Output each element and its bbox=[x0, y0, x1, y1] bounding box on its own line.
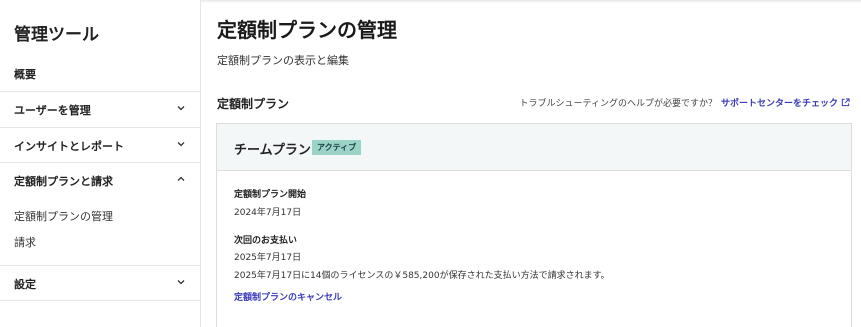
sidebar-section-settings[interactable]: 設定 bbox=[0, 265, 200, 300]
sidebar-section-plans-billing[interactable]: 定額制プランと請求 bbox=[0, 162, 200, 197]
cancel-plan-link[interactable]: 定額制プランのキャンセル bbox=[234, 290, 342, 303]
help-text: トラブルシューティングのヘルプが必要ですか？ サポートセンターをチェック bbox=[520, 96, 850, 109]
sidebar-divider bbox=[0, 300, 200, 327]
admin-sidebar: 管理ツール 概要 ユーザーを管理 インサイトとレポート 定額制プランと請求 定額… bbox=[0, 0, 201, 327]
next-payment-label: 次回のお支払い bbox=[234, 236, 298, 246]
next-payment-date: 2025年7月17日 bbox=[234, 253, 302, 263]
chevron-up-icon bbox=[177, 176, 185, 181]
page-title: 定額制プランの管理 bbox=[217, 18, 397, 42]
sidebar-section-insights[interactable]: インサイトとレポート bbox=[0, 127, 200, 162]
status-badge: アクティブ bbox=[312, 140, 362, 155]
sidebar-item-overview[interactable]: 概要 bbox=[14, 66, 36, 82]
main-content: 定額制プランの管理 定額制プランの表示と編集 定額制プラン トラブルシューティン… bbox=[201, 0, 861, 327]
sidebar-section-label: ユーザーを管理 bbox=[14, 104, 91, 117]
external-link-icon[interactable] bbox=[841, 98, 850, 107]
next-payment-note: 2025年7月17日に14個のライセンスの￥585,200が保存された支払い方法… bbox=[234, 271, 610, 281]
plan-name: チームプラン bbox=[234, 143, 311, 158]
plan-start-value: 2024年7月17日 bbox=[234, 208, 302, 218]
sidebar-section-label: 定額制プランと請求 bbox=[14, 175, 113, 188]
plan-card-header: チームプラン アクティブ bbox=[217, 124, 851, 171]
plan-card: チームプラン アクティブ 定額制プラン開始 2024年7月17日 次回のお支払い… bbox=[216, 123, 852, 327]
sidebar-section-label: インサイトとレポート bbox=[14, 140, 124, 153]
chevron-down-icon bbox=[177, 142, 185, 147]
sidebar-item-manage-plan[interactable]: 定額制プランの管理 bbox=[14, 208, 113, 224]
section-title: 定額制プラン bbox=[217, 97, 290, 111]
support-center-link[interactable]: サポートセンターをチェック bbox=[721, 99, 838, 109]
sidebar-item-billing[interactable]: 請求 bbox=[14, 234, 36, 250]
plan-start-label: 定額制プラン開始 bbox=[234, 190, 307, 200]
page-subtitle: 定額制プランの表示と編集 bbox=[217, 54, 349, 67]
chevron-down-icon bbox=[177, 106, 185, 111]
chevron-down-icon bbox=[177, 280, 185, 285]
sidebar-section-label: 設定 bbox=[14, 278, 36, 291]
help-question: トラブルシューティングのヘルプが必要ですか？ bbox=[519, 99, 717, 109]
sidebar-title: 管理ツール bbox=[14, 25, 99, 45]
sidebar-section-users[interactable]: ユーザーを管理 bbox=[0, 91, 200, 126]
